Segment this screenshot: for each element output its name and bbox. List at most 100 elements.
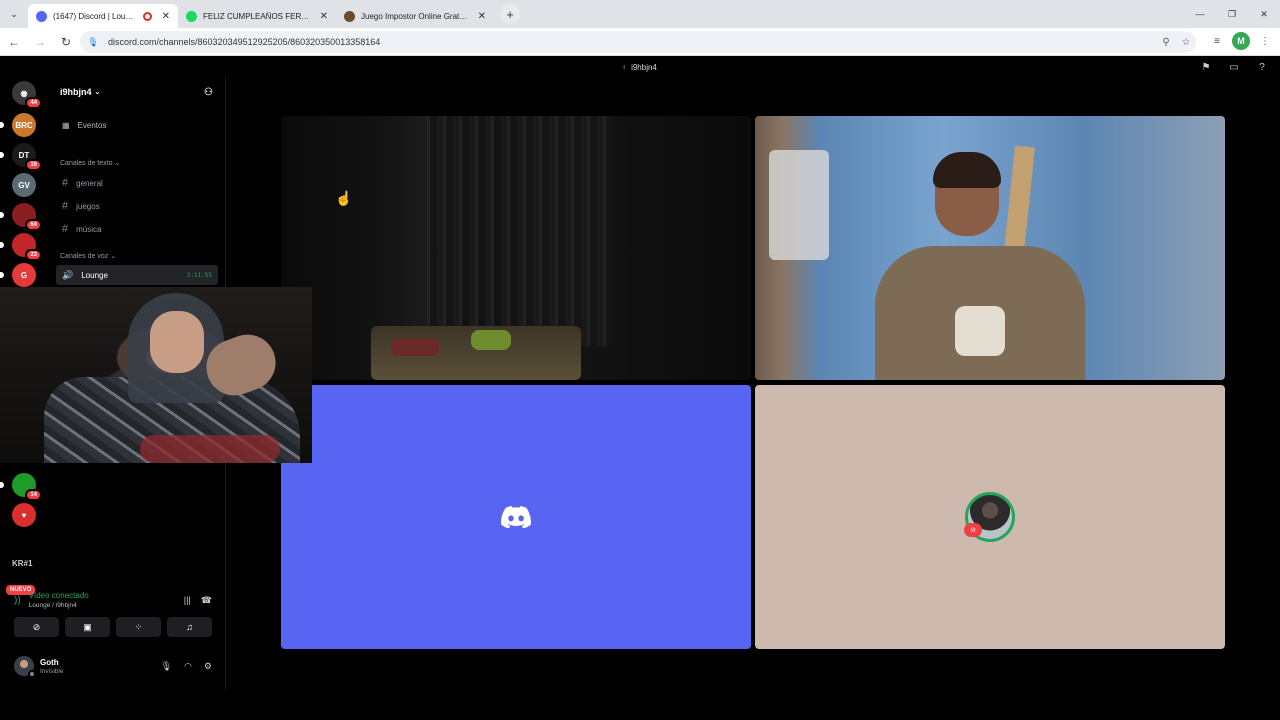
help-icon[interactable]: ?: [1254, 60, 1270, 74]
channel-label: música: [76, 224, 102, 234]
minimize-icon[interactable]: —: [1184, 0, 1216, 28]
tab-impostor-game[interactable]: Juego Impostor Online Gratis - ✕: [336, 4, 494, 28]
headphones-icon[interactable]: ◠: [184, 661, 192, 672]
channel-musica[interactable]: # música: [56, 219, 218, 239]
avatar[interactable]: [14, 656, 36, 678]
unread-pill: [0, 212, 4, 218]
direct-messages-icon[interactable]: ◉ 44: [12, 81, 42, 109]
tab-search-icon[interactable]: ⌄: [0, 0, 28, 28]
guild-icon[interactable]: GV: [12, 173, 36, 197]
voice-timer: 2:11:55: [186, 271, 212, 279]
guild-folder-label[interactable]: KR#1: [12, 559, 32, 568]
unread-pill: [0, 122, 4, 128]
category-voice-channels[interactable]: Canales de voz ⌄: [60, 252, 116, 260]
unread-pill: [0, 242, 4, 248]
guild-icon[interactable]: 23: [0, 233, 42, 261]
close-tab-icon[interactable]: ✕: [162, 11, 170, 22]
guild-label: G: [20, 270, 28, 280]
hash-icon: #: [62, 223, 69, 235]
inbox-icon[interactable]: ▭: [1226, 60, 1242, 74]
camera-off-button[interactable]: ⊘: [14, 617, 59, 637]
guild-icon[interactable]: DT 16: [0, 143, 42, 171]
video-tile-dark-room[interactable]: [281, 116, 751, 380]
discord-app: ı i9hbjn4 ⚑ ▭ ? ◉ 44 BRC DT 16 GV 64 23 G …: [0, 57, 1280, 720]
reload-icon[interactable]: ↻: [54, 30, 78, 54]
unread-pill: [0, 152, 4, 158]
pillow: [471, 330, 511, 350]
forward-icon[interactable]: →: [28, 30, 52, 54]
voice-status: )) Vídeo conectado Lounge / i9hbjn4 ||| …: [8, 585, 218, 609]
tab-spotify[interactable]: FELIZ CUMPLEAÑOS FERXXO TE ✕: [178, 4, 336, 28]
microphone-icon[interactable]: 🎙: [161, 661, 172, 672]
chevron-down-icon: ⌄: [94, 89, 101, 96]
muted-icon: ⊘: [964, 523, 982, 537]
red-object: [140, 435, 280, 463]
channel-juegos[interactable]: # juegos: [56, 196, 218, 216]
screen-share-button[interactable]: ▣: [65, 617, 110, 637]
voice-status-location[interactable]: Lounge / i9hbjn4: [29, 602, 89, 609]
events-item[interactable]: ▦ Eventos: [56, 115, 218, 135]
settings-gear-icon[interactable]: ⚙: [204, 661, 212, 672]
video-tile-participant[interactable]: [755, 116, 1225, 380]
close-window-icon[interactable]: ✕: [1248, 0, 1280, 28]
media-control-icon[interactable]: ≡: [1208, 32, 1226, 50]
guild-label: BRC: [15, 120, 33, 130]
noise-suppression-icon[interactable]: |||: [184, 595, 191, 606]
flag-icon[interactable]: ⚑: [1198, 60, 1214, 74]
unread-badge: 64: [25, 219, 42, 231]
close-tab-icon[interactable]: ✕: [320, 11, 328, 22]
new-tab-button[interactable]: +: [500, 4, 520, 24]
url-text: discord.com/channels/860320349512925205/…: [108, 37, 381, 47]
participant: [875, 152, 1085, 380]
category-label: Canales de voz: [60, 253, 109, 260]
invite-people-icon[interactable]: ⚇: [204, 87, 213, 98]
back-icon[interactable]: ←: [2, 30, 26, 54]
curtain: [421, 116, 611, 346]
guild-icon[interactable]: ♥: [12, 503, 36, 527]
unread-pill: [0, 272, 4, 278]
guild-icon[interactable]: G: [0, 263, 36, 287]
server-header[interactable]: i9hbjn4 ⌄ ⚇: [48, 77, 225, 107]
guild-icon[interactable]: 64: [0, 203, 42, 231]
guild-icon[interactable]: 14: [0, 473, 42, 501]
recording-icon: [142, 11, 152, 21]
channel-general[interactable]: # general: [56, 173, 218, 193]
signal-icon[interactable]: )): [14, 595, 21, 606]
category-text-channels[interactable]: Canales de texto ⌄: [60, 159, 120, 167]
site-info-icon[interactable]: 🎙: [86, 35, 100, 49]
tab-discord[interactable]: (1647) Discord | Lounge | i9 ✕: [28, 4, 178, 28]
address-bar[interactable]: 🎙 discord.com/channels/86032034951292520…: [80, 31, 1196, 53]
browser-tab-strip: ⌄ (1647) Discord | Lounge | i9 ✕ FELIZ C…: [0, 0, 1280, 28]
bookmark-star-icon[interactable]: ☆: [1176, 37, 1196, 48]
video-tile-avatar[interactable]: ⊘: [755, 385, 1225, 649]
disconnect-icon[interactable]: ☎: [201, 595, 212, 606]
title-actions: ⚑ ▭ ?: [1198, 60, 1270, 74]
face: [150, 311, 204, 373]
hanging-clothes: [769, 150, 829, 260]
username[interactable]: Goth: [40, 658, 63, 667]
video-tile-no-camera[interactable]: [281, 385, 751, 649]
hash-icon: #: [62, 200, 69, 212]
calendar-icon: ▦: [62, 120, 70, 130]
discord-logo-icon: [501, 506, 531, 528]
voice-channel-lounge[interactable]: 🔊 Lounge 2:11:55: [56, 265, 218, 285]
blanket: [391, 338, 439, 356]
avatar: ⊘: [964, 492, 1015, 542]
unread-badge: 23: [25, 249, 42, 261]
browser-menu-icon[interactable]: ⋮: [1256, 32, 1274, 50]
server-name: i9hbjn4: [60, 87, 92, 97]
voice-status-title[interactable]: Vídeo conectado: [29, 591, 89, 600]
activities-button[interactable]: ⁘: [116, 617, 161, 637]
unread-badge: 44: [25, 97, 42, 109]
zoom-icon[interactable]: ⚲: [1156, 37, 1176, 48]
close-tab-icon[interactable]: ✕: [478, 11, 486, 22]
guild-icon[interactable]: BRC: [0, 113, 36, 137]
profile-avatar[interactable]: M: [1232, 32, 1250, 50]
restore-icon[interactable]: ❐: [1216, 0, 1248, 28]
status-indicator: [28, 670, 36, 678]
shirt-print: [955, 306, 1005, 356]
mouse-cursor-icon: ☝: [335, 190, 353, 206]
game-favicon-icon: [344, 10, 355, 22]
soundboard-button[interactable]: ♫: [167, 617, 212, 637]
spotify-favicon-icon: [186, 10, 197, 22]
